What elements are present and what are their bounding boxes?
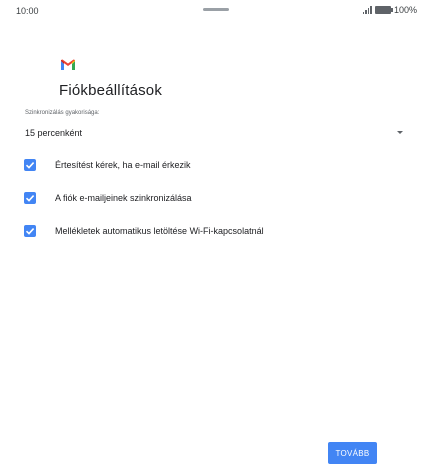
sync-frequency-label: Szinkronizálás gyakorisága: <box>25 110 100 116</box>
auto-download-checkbox[interactable] <box>24 225 36 237</box>
status-bar: 10:00 100% <box>0 0 435 22</box>
notify-checkbox[interactable] <box>24 159 36 171</box>
sync-email-option[interactable]: A fiók e-mailjeinek szinkronizálása <box>24 190 414 208</box>
checkmark-icon <box>25 162 35 169</box>
sync-email-checkbox[interactable] <box>24 192 36 204</box>
sync-frequency-value: 15 percenként <box>25 128 83 138</box>
status-indicators: 100% <box>362 5 417 15</box>
checkmark-icon <box>25 195 35 202</box>
battery-percent: 100% <box>393 5 417 15</box>
dropdown-arrow-icon <box>397 131 403 134</box>
battery-level <box>375 7 390 13</box>
auto-download-option[interactable]: Mellékletek automatikus letöltése Wi-Fi-… <box>24 223 414 241</box>
notify-option[interactable]: Értesítést kérek, ha e-mail érkezik <box>24 157 414 175</box>
signal-icon <box>362 6 372 14</box>
notify-option-label: Értesítést kérek, ha e-mail érkezik <box>55 160 191 170</box>
status-time: 10:00 <box>16 6 39 16</box>
battery-icon <box>374 6 393 14</box>
checkmark-icon <box>25 228 35 235</box>
sync-frequency-dropdown[interactable]: 15 percenként <box>25 124 410 142</box>
page-title: Fiókbeállítások <box>59 82 163 99</box>
notification-handle[interactable] <box>203 8 229 11</box>
gmail-logo-icon <box>60 58 76 70</box>
sync-email-option-label: A fiók e-mailjeinek szinkronizálása <box>55 193 192 203</box>
auto-download-option-label: Mellékletek automatikus letöltése Wi-Fi-… <box>55 226 264 236</box>
next-button[interactable]: TOVÁBB <box>328 442 377 464</box>
